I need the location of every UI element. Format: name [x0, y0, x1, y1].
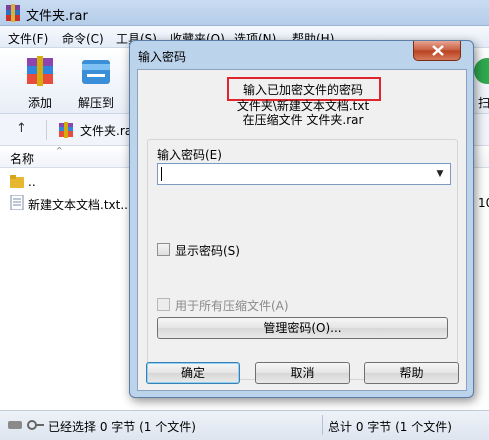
status-bar: 已经选择 0 字节 (1 个文件) 总计 0 字节 (1 个文件) [0, 410, 489, 440]
up-arrow-icon[interactable]: ↑ [16, 121, 27, 136]
toolbar-scan-label-fragment: 扫 [478, 96, 489, 110]
list-item-name: .. [28, 175, 36, 189]
cancel-button[interactable]: 取消 [255, 362, 350, 384]
folder-icon [10, 175, 24, 188]
show-password-label[interactable]: 显示密码(S) [175, 242, 240, 259]
extract-to-button[interactable]: 解压到 [70, 52, 122, 110]
status-key-icon [8, 420, 44, 430]
close-button[interactable] [413, 41, 461, 61]
use-for-all-label: 用于所有压缩文件(A) [175, 299, 289, 313]
extract-to-button-label: 解压到 [77, 96, 114, 110]
dialog-title: 输入密码 [138, 50, 187, 64]
main-window-title: 文件夹.rar [26, 9, 88, 24]
password-group: 输入密码(E) ▼ 显示密码(S) 用于所有压缩文件(A) 管理密码(O)... [147, 139, 458, 380]
sort-indicator-icon: ^ [56, 146, 63, 155]
dialog-prompt: 输入已加密文件的密码 [242, 83, 363, 97]
show-password-checkbox[interactable] [157, 243, 170, 256]
password-input[interactable]: ▼ [157, 163, 451, 185]
dialog-body: 输入已加密文件的密码 文件夹\新建文本文档.txt 在压缩文件 文件夹.rar … [137, 69, 467, 391]
column-header-name[interactable]: 名称 [10, 150, 34, 167]
archive-name-line: 在压缩文件 文件夹.rar [242, 113, 364, 127]
status-selected: 已经选择 0 字节 (1 个文件) [48, 420, 196, 434]
rar-file-icon [59, 122, 73, 138]
path-separator [46, 120, 47, 140]
manage-passwords-button[interactable]: 管理密码(O)... [157, 317, 448, 339]
add-archive-icon [27, 56, 53, 86]
winrar-app-icon [6, 4, 20, 22]
close-icon [432, 45, 444, 56]
add-button[interactable]: 添加 [14, 52, 66, 110]
use-for-all-checkbox [157, 298, 170, 311]
text-caret [161, 167, 162, 181]
ok-button[interactable]: 确定 [146, 362, 240, 384]
text-file-icon [10, 195, 24, 210]
password-label: 输入密码(E) [157, 148, 222, 162]
help-button[interactable]: 帮助 [364, 362, 459, 384]
password-dialog: 输入密码 输入已加密文件的密码 文件夹\新建文本文档.txt 在压缩文件 文件夹… [129, 40, 474, 398]
status-total: 总计 0 字节 (1 个文件) [328, 420, 452, 434]
size-column-fragment: 10 [478, 196, 489, 210]
menu-file[interactable]: 文件(F) [8, 30, 48, 47]
list-item-name: 新建文本文档.txt... [28, 198, 132, 212]
add-button-label: 添加 [27, 96, 52, 110]
menu-command[interactable]: 命令(C) [62, 30, 104, 47]
chevron-down-icon[interactable]: ▼ [432, 166, 448, 182]
main-window-titlebar: 文件夹.rar [0, 0, 489, 26]
extract-folder-icon [82, 60, 110, 84]
scan-icon[interactable] [472, 56, 489, 86]
status-divider [322, 415, 323, 435]
